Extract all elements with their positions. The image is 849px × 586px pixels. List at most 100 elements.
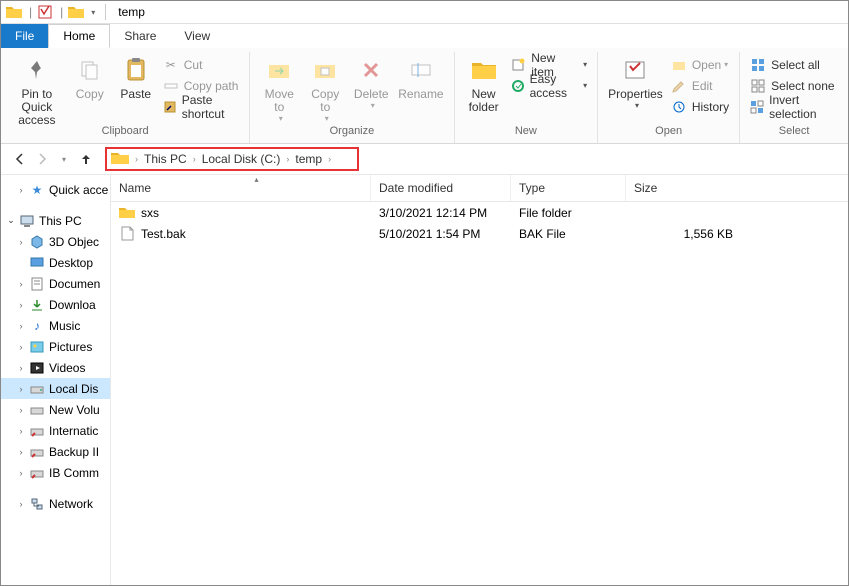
group-select: Select all Select none Invert selection … <box>740 52 848 143</box>
star-icon: ★ <box>29 182 45 198</box>
expand-icon[interactable]: › <box>15 425 27 437</box>
titlebar-sep2: | <box>60 5 63 19</box>
nav-bar: ▾ › This PC › Local Disk (C:) › temp › <box>1 144 848 174</box>
qat-dropdown-icon[interactable]: ▾ <box>91 8 95 17</box>
history-button[interactable]: History <box>667 96 733 117</box>
tree-downloads[interactable]: ›Downloa <box>1 294 110 315</box>
expand-icon[interactable]: › <box>15 278 27 290</box>
expand-icon[interactable]: › <box>15 383 27 395</box>
tree-3d-objects[interactable]: ›3D Objec <box>1 231 110 252</box>
tree-videos[interactable]: ›Videos <box>1 357 110 378</box>
move-to-button[interactable]: Move to▾ <box>256 52 302 125</box>
paste-button[interactable]: Paste <box>113 52 159 103</box>
select-none-icon <box>750 78 766 94</box>
column-type[interactable]: Type <box>511 175 626 201</box>
expand-icon[interactable]: › <box>15 467 27 479</box>
expand-icon[interactable]: › <box>15 498 27 510</box>
column-date[interactable]: Date modified <box>371 175 511 201</box>
paste-shortcut-button[interactable]: Paste shortcut <box>159 96 244 117</box>
chevron-right-icon[interactable]: › <box>133 154 140 164</box>
nav-back-button[interactable] <box>9 148 31 170</box>
group-new: New folder New item▾ Easy access▾ New <box>455 52 599 143</box>
chevron-down-icon: ▾ <box>583 81 587 90</box>
nav-up-button[interactable] <box>75 148 97 170</box>
chevron-right-icon[interactable]: › <box>284 154 291 164</box>
cut-button[interactable]: ✂Cut <box>159 54 244 75</box>
breadcrumb-thispc[interactable]: This PC <box>140 152 191 166</box>
tree-network[interactable]: ›Network <box>1 493 110 514</box>
tree-local-disk[interactable]: ›Local Dis <box>1 378 110 399</box>
column-size[interactable]: Size <box>626 175 741 201</box>
tree-new-volume[interactable]: ›New Volu <box>1 399 110 420</box>
tree-music[interactable]: ›♪Music <box>1 315 110 336</box>
expand-icon[interactable]: › <box>15 446 27 458</box>
pin-quick-access-button[interactable]: Pin to Quick access <box>7 52 67 129</box>
chevron-right-icon[interactable]: › <box>326 154 333 164</box>
chevron-right-icon[interactable]: › <box>191 154 198 164</box>
paste-icon <box>120 54 152 86</box>
expand-icon[interactable]: › <box>15 299 27 311</box>
nav-recent-dropdown[interactable]: ▾ <box>53 148 75 170</box>
tab-view[interactable]: View <box>170 24 224 48</box>
nav-forward-button[interactable] <box>31 148 53 170</box>
open-button[interactable]: Open▾ <box>667 54 733 75</box>
rename-icon <box>405 54 437 86</box>
file-date: 5/10/2021 1:54 PM <box>371 227 511 241</box>
breadcrumb-temp[interactable]: temp <box>291 152 326 166</box>
tab-share[interactable]: Share <box>110 24 170 48</box>
network-drive-icon <box>29 423 45 439</box>
tree-this-pc[interactable]: ⌄This PC <box>1 210 110 231</box>
expand-icon[interactable]: › <box>15 320 27 332</box>
properties-button[interactable]: Properties▾ <box>604 52 667 112</box>
group-clipboard: Pin to Quick access Copy Paste ✂Cut Copy… <box>1 52 250 143</box>
desktop-icon <box>29 255 45 271</box>
group-open: Properties▾ Open▾ Edit History Open <box>598 52 740 143</box>
copy-button[interactable]: Copy <box>67 52 113 103</box>
folder-icon-2 <box>67 3 85 21</box>
select-all-button[interactable]: Select all <box>746 54 842 75</box>
expand-icon[interactable]: › <box>15 341 27 353</box>
copy-to-button[interactable]: Copy to▾ <box>302 52 348 125</box>
list-item[interactable]: sxs 3/10/2021 12:14 PM File folder <box>111 202 848 223</box>
new-folder-button[interactable]: New folder <box>461 52 507 116</box>
open-icon <box>671 57 687 73</box>
group-organize: Move to▾ Copy to▾ Delete▾ Rename Organiz… <box>250 52 454 143</box>
history-icon <box>671 99 687 115</box>
edit-button[interactable]: Edit <box>667 75 733 96</box>
expand-icon[interactable]: › <box>15 362 27 374</box>
folder-icon <box>5 3 23 21</box>
delete-button[interactable]: Delete▾ <box>348 52 394 112</box>
copy-icon <box>74 54 106 86</box>
list-item[interactable]: Test.bak 5/10/2021 1:54 PM BAK File 1,55… <box>111 223 848 244</box>
file-icon <box>119 226 135 242</box>
music-icon: ♪ <box>29 318 45 334</box>
qat-save-icon[interactable] <box>36 3 54 21</box>
nav-tree[interactable]: ›★Quick acce ⌄This PC ›3D Objec Desktop … <box>1 175 111 585</box>
expand-icon[interactable]: › <box>15 236 27 248</box>
tree-international[interactable]: ›Internatic <box>1 420 110 441</box>
invert-selection-button[interactable]: Invert selection <box>746 96 842 117</box>
easy-access-button[interactable]: Easy access▾ <box>507 75 592 96</box>
drive-icon <box>29 402 45 418</box>
expand-icon[interactable]: › <box>15 404 27 416</box>
tree-ibcomm[interactable]: ›IB Comm <box>1 462 110 483</box>
group-label-new: New <box>515 122 537 141</box>
tab-home[interactable]: Home <box>48 24 110 48</box>
tree-quick-access[interactable]: ›★Quick acce <box>1 179 110 200</box>
address-bar[interactable]: › This PC › Local Disk (C:) › temp › <box>105 147 359 171</box>
column-name[interactable]: Name▴ <box>111 175 371 201</box>
tree-desktop[interactable]: Desktop <box>1 252 110 273</box>
expand-icon[interactable]: › <box>15 184 27 196</box>
tree-backup[interactable]: ›Backup II <box>1 441 110 462</box>
tree-documents[interactable]: ›Documen <box>1 273 110 294</box>
rename-button[interactable]: Rename <box>394 52 447 103</box>
tab-file[interactable]: File <box>1 24 48 48</box>
3d-icon <box>29 234 45 250</box>
chevron-down-icon: ▾ <box>583 60 587 69</box>
copy-path-button[interactable]: Copy path <box>159 75 244 96</box>
tree-pictures[interactable]: ›Pictures <box>1 336 110 357</box>
collapse-icon[interactable]: ⌄ <box>5 215 17 227</box>
file-list[interactable]: Name▴ Date modified Type Size sxs 3/10/2… <box>111 175 848 585</box>
breadcrumb-localdisk[interactable]: Local Disk (C:) <box>198 152 285 166</box>
chevron-down-icon: ▾ <box>371 101 375 110</box>
